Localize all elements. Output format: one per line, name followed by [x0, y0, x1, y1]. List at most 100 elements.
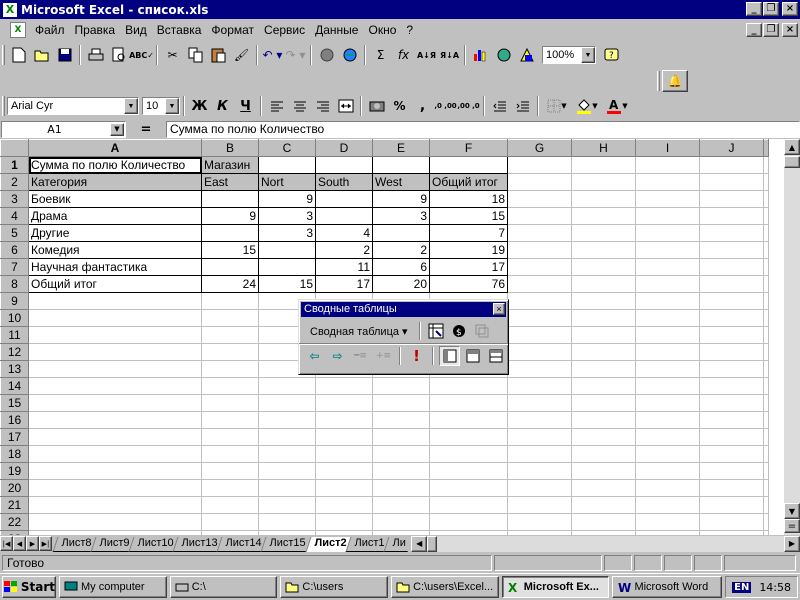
cell[interactable]	[201, 445, 259, 463]
cell[interactable]: Общий итог	[429, 173, 508, 191]
formula-equals[interactable]: =	[126, 122, 166, 137]
cell[interactable]	[372, 224, 430, 242]
cell[interactable]	[258, 496, 316, 514]
increase-indent-icon[interactable]	[511, 95, 534, 117]
cell[interactable]: Сумма по полю Количество	[28, 156, 202, 174]
chart-wizard-icon[interactable]	[469, 44, 492, 66]
align-center-icon[interactable]	[288, 95, 311, 117]
cell[interactable]	[763, 309, 769, 327]
cell[interactable]	[699, 156, 764, 174]
cell[interactable]	[571, 156, 636, 174]
cell[interactable]	[429, 156, 508, 174]
sort-ascending-icon[interactable]: A↓Я	[415, 44, 438, 66]
cell[interactable]: Магазин	[201, 156, 259, 174]
cell[interactable]	[201, 326, 259, 344]
cell[interactable]	[507, 343, 572, 361]
cell[interactable]	[372, 462, 430, 480]
doc-minimize-button[interactable]: _	[746, 23, 762, 37]
cell[interactable]	[201, 360, 259, 378]
cell[interactable]	[201, 394, 259, 412]
row-header[interactable]: 7	[0, 258, 29, 276]
cell[interactable]	[201, 479, 259, 497]
cell[interactable]	[571, 326, 636, 344]
office-assistant-icon[interactable]: ?	[600, 44, 623, 66]
cell[interactable]	[635, 394, 700, 412]
cell[interactable]: 9	[258, 190, 316, 208]
last-sheet-icon[interactable]: ▶|	[39, 536, 52, 551]
row-header[interactable]: 5	[0, 224, 29, 242]
cell[interactable]	[28, 309, 202, 327]
cell[interactable]	[429, 428, 508, 446]
cell[interactable]: 17	[429, 258, 508, 276]
cell[interactable]	[763, 190, 769, 208]
cell[interactable]	[507, 207, 572, 225]
underline-button[interactable]: Ч	[234, 95, 257, 117]
cell[interactable]	[635, 258, 700, 276]
cell[interactable]: 4	[315, 224, 373, 242]
row-header[interactable]: 4	[0, 207, 29, 225]
cell[interactable]	[571, 411, 636, 429]
cell[interactable]	[28, 462, 202, 480]
menu-view[interactable]: Вид	[120, 23, 152, 37]
column-header[interactable]: E	[372, 139, 430, 157]
cell[interactable]	[699, 309, 764, 327]
cell[interactable]	[699, 496, 764, 514]
decrease-indent-icon[interactable]	[488, 95, 511, 117]
cell[interactable]	[763, 275, 769, 293]
cell[interactable]: 3	[258, 207, 316, 225]
column-header[interactable]: H	[571, 139, 636, 157]
cell[interactable]	[28, 292, 202, 310]
cell[interactable]	[571, 513, 636, 531]
row-header[interactable]: 18	[0, 445, 29, 463]
italic-button[interactable]: К	[211, 95, 234, 117]
cell[interactable]	[763, 360, 769, 378]
cell[interactable]	[372, 394, 430, 412]
cell[interactable]	[372, 479, 430, 497]
row-header[interactable]: 8	[0, 275, 29, 293]
cell[interactable]	[699, 445, 764, 463]
column-header[interactable]: G	[507, 139, 572, 157]
cell[interactable]	[507, 479, 572, 497]
cell[interactable]	[28, 445, 202, 463]
cell[interactable]	[763, 258, 769, 276]
cell[interactable]	[635, 207, 700, 225]
cell[interactable]	[258, 462, 316, 480]
cell[interactable]: Другие	[28, 224, 202, 242]
first-sheet-icon[interactable]: |◀	[0, 536, 13, 551]
refresh-button[interactable]: !	[406, 346, 427, 366]
cell[interactable]	[315, 513, 373, 531]
cell[interactable]	[699, 190, 764, 208]
cell[interactable]	[699, 258, 764, 276]
spelling-icon[interactable]: ABC✓	[129, 44, 154, 66]
menu-help[interactable]: ?	[401, 23, 418, 37]
cell[interactable]	[429, 496, 508, 514]
cell[interactable]	[429, 513, 508, 531]
cell[interactable]	[28, 394, 202, 412]
cell[interactable]	[507, 241, 572, 259]
cell[interactable]	[699, 394, 764, 412]
cell[interactable]	[507, 377, 572, 395]
cell[interactable]	[315, 207, 373, 225]
cell[interactable]	[635, 411, 700, 429]
cell[interactable]	[372, 513, 430, 531]
cell[interactable]	[571, 224, 636, 242]
cell[interactable]	[201, 309, 259, 327]
cell[interactable]	[571, 207, 636, 225]
new-icon[interactable]	[7, 44, 30, 66]
cell[interactable]: Научная фантастика	[28, 258, 202, 276]
cell[interactable]	[763, 513, 769, 531]
cell[interactable]	[507, 190, 572, 208]
print-preview-icon[interactable]	[107, 44, 130, 66]
cell[interactable]: 6	[372, 258, 430, 276]
cell[interactable]	[28, 479, 202, 497]
close-button[interactable]: ×	[782, 2, 798, 16]
cell[interactable]	[699, 224, 764, 242]
percent-button[interactable]: %	[388, 95, 411, 117]
cell[interactable]	[763, 241, 769, 259]
cell[interactable]	[571, 377, 636, 395]
web-toolbar-icon[interactable]	[315, 44, 338, 66]
cell[interactable]	[763, 224, 769, 242]
cell[interactable]	[571, 394, 636, 412]
show-detail-icon[interactable]: +≡	[373, 346, 394, 366]
cell[interactable]	[763, 496, 769, 514]
